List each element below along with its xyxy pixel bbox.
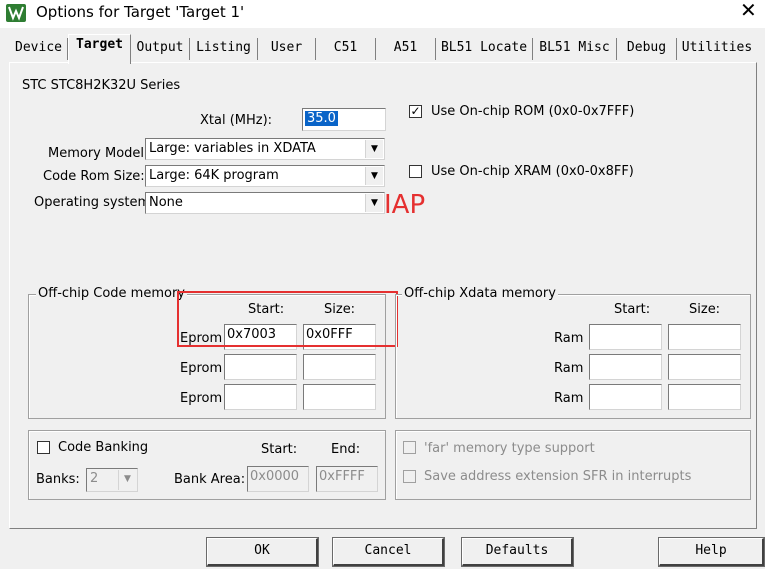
help-button[interactable]: Help (658, 537, 765, 567)
close-icon[interactable]: ✕ (740, 0, 757, 21)
bank-area-end-input[interactable]: 0xFFFF (316, 466, 378, 492)
ram-start-input-3[interactable] (589, 384, 662, 410)
tab-debug[interactable]: Debug (617, 38, 677, 60)
code-banking-label: Code Banking (58, 440, 149, 455)
operating-system-label: Operating system: (34, 195, 155, 210)
eprom-start-input-2[interactable] (224, 354, 297, 380)
keil-logo-icon (8, 6, 24, 21)
ram-label-1: Ram (554, 331, 584, 346)
title-bar: Options for Target 'Target 1' ✕ (0, 0, 765, 28)
use-onchip-rom-label: Use On-chip ROM (0x0-0x7FFF) (431, 104, 635, 119)
code-rom-size-value: Large: 64K program (149, 168, 279, 183)
code-rom-size-label: Code Rom Size: (43, 169, 145, 184)
tab-user[interactable]: User (258, 38, 316, 60)
banks-label: Banks: (36, 472, 80, 487)
memory-model-value: Large: variables in XDATA (149, 141, 316, 156)
ram-size-input-3[interactable] (668, 384, 741, 410)
xtal-label: Xtal (MHz): (200, 113, 273, 128)
chevron-down-icon[interactable]: ▼ (365, 167, 383, 185)
tab-utilities[interactable]: Utilities (677, 38, 757, 60)
tab-bl51-misc[interactable]: BL51 Misc (533, 38, 617, 60)
defaults-button[interactable]: Defaults (461, 537, 574, 567)
use-onchip-xram-checkbox[interactable] (409, 165, 422, 178)
far-memory-label: 'far' memory type support (424, 441, 595, 456)
offchip-code-title: Off-chip Code memory (36, 286, 187, 302)
banks-select[interactable]: 2 ▼ (86, 468, 138, 492)
device-name: STC STC8H2K32U Series (22, 78, 181, 93)
app-icon (6, 4, 26, 22)
ram-size-input-1[interactable] (668, 324, 741, 350)
chevron-down-icon[interactable]: ▼ (118, 470, 136, 490)
code-rom-size-select[interactable]: Large: 64K program ▼ (145, 165, 385, 187)
use-onchip-xram-label: Use On-chip XRAM (0x0-0x8FF) (431, 164, 634, 179)
eprom-start-input-3[interactable] (224, 384, 297, 410)
tab-listing[interactable]: Listing (190, 38, 258, 60)
offchip-xdata-size-header: Size: (689, 302, 721, 317)
highlight-box (177, 291, 398, 347)
save-sfr-label: Save address extension SFR in interrupts (424, 469, 692, 484)
tab-a51[interactable]: A51 (376, 38, 436, 60)
memory-model-label: Memory Model: (48, 146, 149, 161)
bank-start-header: Start: (261, 442, 298, 457)
tab-target[interactable]: Target (68, 34, 131, 64)
eprom-size-input-3[interactable] (303, 384, 376, 410)
xtal-value: 35.0 (305, 111, 338, 126)
window-title: Options for Target 'Target 1' (36, 3, 245, 21)
iap-annotation: IAP (384, 190, 426, 220)
tab-c51[interactable]: C51 (316, 38, 376, 60)
eprom-label-2: Eprom (180, 361, 223, 376)
ram-label-3: Ram (554, 391, 584, 406)
banks-value: 2 (90, 471, 99, 486)
code-banking-checkbox[interactable] (37, 441, 50, 454)
cancel-button[interactable]: Cancel (332, 537, 445, 567)
ok-button[interactable]: OK (206, 537, 319, 567)
ram-size-input-2[interactable] (668, 354, 741, 380)
chevron-down-icon[interactable]: ▼ (365, 194, 383, 212)
memory-model-select[interactable]: Large: variables in XDATA ▼ (145, 138, 385, 160)
use-onchip-rom-checkbox[interactable]: ✓ (409, 105, 422, 118)
eprom-size-input-2[interactable] (303, 354, 376, 380)
ram-start-input-2[interactable] (589, 354, 662, 380)
tab-strip: Device Target Output Listing User C51 A5… (0, 34, 765, 64)
operating-system-value: None (149, 195, 183, 210)
offchip-xdata-start-header: Start: (614, 302, 651, 317)
bank-end-header: End: (331, 442, 361, 457)
bank-area-start-input[interactable]: 0x0000 (247, 466, 309, 492)
ram-start-input-1[interactable] (589, 324, 662, 350)
ram-label-2: Ram (554, 361, 584, 376)
operating-system-select[interactable]: None ▼ (145, 192, 385, 214)
eprom-label-3: Eprom (180, 391, 223, 406)
xtal-input[interactable]: 35.0 (302, 108, 386, 131)
tab-bl51-locate[interactable]: BL51 Locate (436, 38, 533, 60)
tab-output[interactable]: Output (131, 38, 190, 60)
chevron-down-icon[interactable]: ▼ (365, 140, 383, 158)
far-memory-checkbox[interactable] (403, 441, 416, 454)
offchip-xdata-title: Off-chip Xdata memory (402, 286, 558, 302)
bank-area-label: Bank Area: (174, 472, 246, 487)
tab-device[interactable]: Device (10, 38, 68, 60)
save-sfr-checkbox[interactable] (403, 470, 416, 483)
